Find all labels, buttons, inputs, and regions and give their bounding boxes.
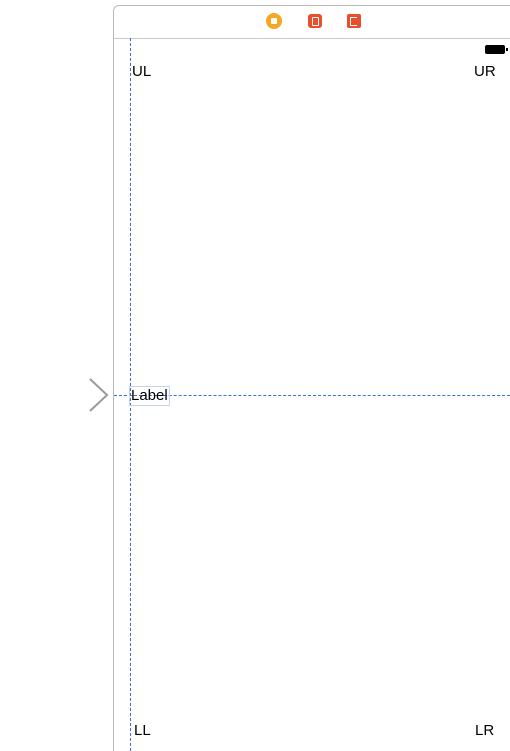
storyboard-canvas: UL UR Label LL LR — [0, 0, 510, 751]
view-controller-scene[interactable] — [113, 5, 510, 751]
upper-left-label[interactable]: UL — [132, 63, 151, 81]
storyboard-entry-point-arrow[interactable] — [0, 378, 118, 412]
view-controller-icon[interactable] — [266, 13, 282, 29]
lower-right-label[interactable]: LR — [475, 722, 494, 740]
exit-icon[interactable] — [347, 14, 361, 28]
scene-dock — [114, 6, 510, 39]
lower-left-label[interactable]: LL — [134, 722, 151, 740]
first-responder-icon[interactable] — [308, 14, 322, 28]
upper-right-label[interactable]: UR — [474, 63, 496, 81]
horizontal-alignment-guide — [114, 395, 510, 396]
center-label[interactable]: Label — [129, 386, 170, 406]
battery-icon — [485, 45, 508, 54]
